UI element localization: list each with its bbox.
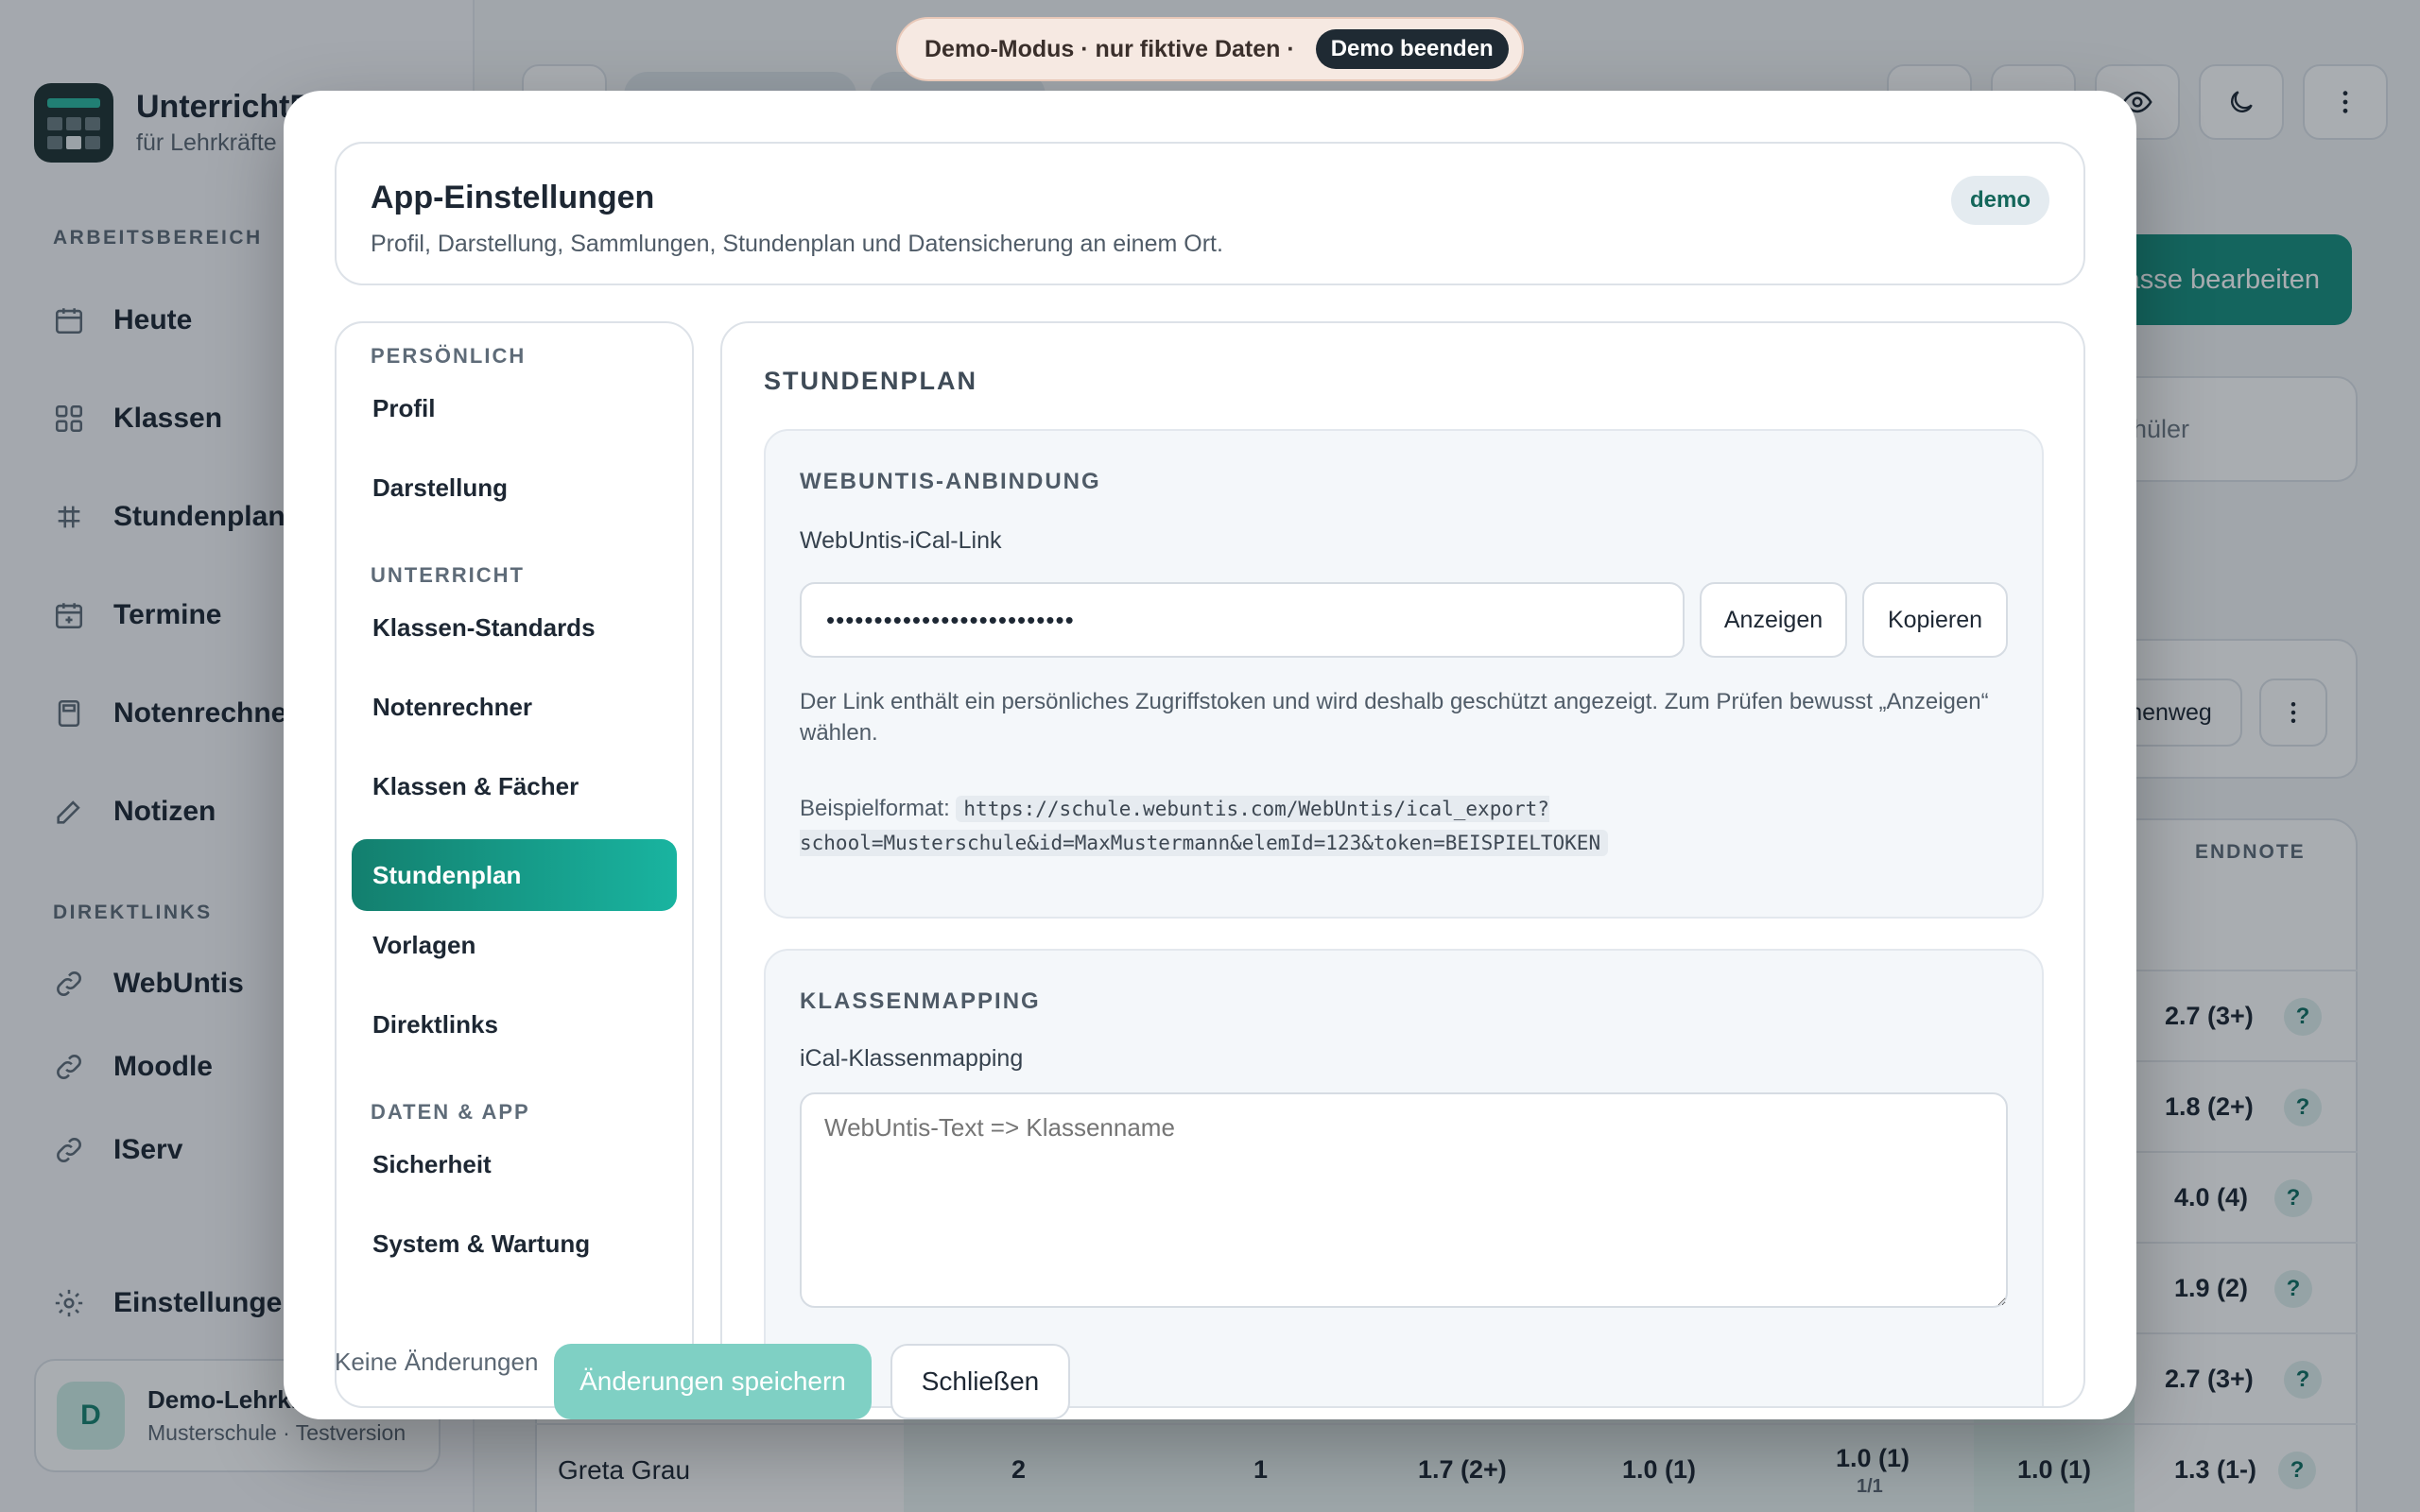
settings-modal: App-Einstellungen Profil, Darstellung, S…	[284, 91, 2136, 1419]
settings-nav-vorlagen[interactable]: Vorlagen	[352, 909, 677, 981]
modal-header: App-Einstellungen Profil, Darstellung, S…	[335, 142, 2085, 285]
save-status: Keine Änderungen	[335, 1348, 539, 1376]
close-button[interactable]: Schließen	[890, 1344, 1070, 1419]
demo-banner-text: Demo-Modus · nur fiktive Daten ·	[925, 35, 1295, 62]
end-demo-button[interactable]: Demo beenden	[1315, 29, 1509, 69]
ical-link-label: WebUntis-iCal-Link	[800, 527, 1002, 554]
class-mapping-textarea[interactable]	[800, 1092, 2008, 1308]
settings-nav-sicherheit[interactable]: Sicherheit	[352, 1128, 677, 1200]
demo-badge: demo	[1950, 176, 2049, 225]
settings-nav-stundenplan[interactable]: Stundenplan	[352, 839, 677, 911]
ical-link-input[interactable]: ••••••••••••••••••••••••••	[800, 582, 1685, 658]
settings-nav-section: UNTERRICHT	[371, 563, 525, 587]
settings-nav-section: DATEN & APP	[371, 1100, 530, 1124]
ical-link-help: Der Link enthält ein persönliches Zugrif…	[800, 689, 1989, 746]
settings-nav-klassen-standards[interactable]: Klassen-Standards	[352, 592, 677, 663]
settings-nav-direktlinks[interactable]: Direktlinks	[352, 988, 677, 1060]
settings-nav-system[interactable]: System & Wartung	[352, 1208, 677, 1280]
settings-nav: PERSÖNLICH Profil Darstellung UNTERRICHT…	[335, 321, 694, 1408]
show-link-button[interactable]: Anzeigen	[1700, 582, 1847, 658]
webuntis-panel: WEBUNTIS-ANBINDUNG WebUntis-iCal-Link ••…	[764, 429, 2044, 919]
ical-example: Beispielformat: https://schule.webuntis.…	[800, 792, 2019, 860]
settings-nav-darstellung[interactable]: Darstellung	[352, 452, 677, 524]
mapping-label: iCal-Klassenmapping	[800, 1045, 1024, 1072]
demo-banner: Demo-Modus · nur fiktive Daten · Demo be…	[896, 17, 1524, 81]
class-mapping-panel: KLASSENMAPPING iCal-Klassenmapping	[764, 949, 2044, 1406]
panel-title: KLASSENMAPPING	[800, 988, 1041, 1014]
settings-nav-notenrechner[interactable]: Notenrechner	[352, 671, 677, 743]
settings-content: STUNDENPLAN WEBUNTIS-ANBINDUNG WebUntis-…	[720, 321, 2085, 1408]
settings-nav-profil[interactable]: Profil	[352, 372, 677, 444]
section-title: STUNDENPLAN	[764, 367, 978, 395]
panel-title: WEBUNTIS-ANBINDUNG	[800, 469, 1101, 494]
settings-nav-section: PERSÖNLICH	[371, 344, 527, 368]
modal-title: App-Einstellungen	[371, 180, 655, 215]
settings-nav-klassen-faecher[interactable]: Klassen & Fächer	[352, 750, 677, 822]
copy-link-button[interactable]: Kopieren	[1862, 582, 2008, 658]
save-changes-button[interactable]: Änderungen speichern	[554, 1344, 872, 1419]
modal-subtitle: Profil, Darstellung, Sammlungen, Stunden…	[371, 231, 1223, 257]
example-label: Beispielformat:	[800, 796, 950, 821]
